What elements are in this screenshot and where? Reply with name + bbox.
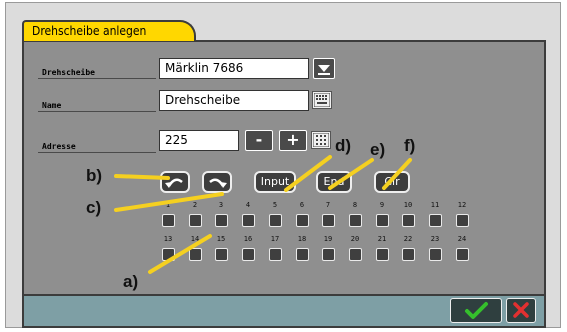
track-button-1[interactable]	[162, 214, 175, 227]
increment-button[interactable]: +	[279, 130, 307, 151]
track-button-20[interactable]	[349, 248, 362, 261]
track-button-23[interactable]	[429, 248, 442, 261]
track-button-22[interactable]	[402, 248, 415, 261]
track-number-13: 13	[163, 235, 173, 243]
close-icon	[513, 302, 529, 318]
track-button-2[interactable]	[189, 214, 202, 227]
track-number-15: 15	[216, 235, 226, 243]
turntable-label-underline	[38, 78, 156, 79]
track-button-15[interactable]	[215, 248, 228, 261]
track-number-6: 6	[299, 201, 305, 209]
address-keypad-button[interactable]	[311, 131, 331, 149]
annotation-d: d)	[335, 136, 352, 155]
cancel-button[interactable]	[506, 298, 536, 323]
track-button-5[interactable]	[269, 214, 282, 227]
track-number-8: 8	[352, 201, 358, 209]
rotate-right-icon	[209, 178, 227, 188]
track-number-21: 21	[377, 235, 387, 243]
track-number-9: 9	[379, 201, 385, 209]
track-button-24[interactable]	[456, 248, 469, 261]
track-button-11[interactable]	[429, 214, 442, 227]
track-number-12: 12	[457, 201, 467, 209]
track-button-10[interactable]	[402, 214, 415, 227]
track-button-19[interactable]	[322, 248, 335, 261]
name-label-underline	[38, 111, 156, 112]
track-button-6[interactable]	[296, 214, 309, 227]
turntable-label: Drehscheibe	[42, 68, 95, 77]
track-number-2: 2	[192, 201, 198, 209]
rotate-right-button[interactable]	[202, 171, 232, 193]
track-button-14[interactable]	[189, 248, 202, 261]
track-number-23: 23	[430, 235, 440, 243]
track-number-22: 22	[403, 235, 413, 243]
address-label: Adresse	[42, 142, 76, 151]
track-button-3[interactable]	[215, 214, 228, 227]
track-button-7[interactable]	[322, 214, 335, 227]
track-number-20: 20	[350, 235, 360, 243]
track-button-12[interactable]	[456, 214, 469, 227]
turntable-select[interactable]: Märklin 7686	[159, 58, 309, 79]
rotate-left-button[interactable]	[160, 171, 190, 193]
track-button-4[interactable]	[242, 214, 255, 227]
annotation-e: e)	[370, 140, 386, 159]
track-number-16: 16	[243, 235, 253, 243]
track-button-18[interactable]	[296, 248, 309, 261]
track-number-4: 4	[245, 201, 251, 209]
track-number-17: 17	[270, 235, 280, 243]
track-number-5: 5	[272, 201, 278, 209]
clr-button[interactable]: Clr	[374, 171, 410, 193]
track-button-8[interactable]	[349, 214, 362, 227]
name-input[interactable]: Drehscheibe	[159, 90, 309, 111]
keyboard-button[interactable]	[312, 91, 332, 109]
annotation-b: b)	[86, 166, 103, 185]
track-button-16[interactable]	[242, 248, 255, 261]
track-button-9[interactable]	[376, 214, 389, 227]
track-button-13[interactable]	[162, 248, 175, 261]
track-number-1: 1	[165, 201, 171, 209]
track-number-18: 18	[297, 235, 307, 243]
checkmark-icon	[465, 302, 488, 319]
chevron-down-icon	[318, 65, 330, 75]
end-button[interactable]: End	[316, 171, 352, 193]
keyboard-icon	[314, 93, 330, 107]
annotation-f: f)	[404, 136, 416, 155]
dialog-title-tab: Drehscheibe anlegen	[22, 20, 196, 41]
rotate-left-icon	[165, 178, 183, 188]
track-number-19: 19	[323, 235, 333, 243]
track-number-7: 7	[325, 201, 331, 209]
decrement-button[interactable]: -	[245, 130, 273, 151]
track-number-11: 11	[430, 201, 440, 209]
track-button-17[interactable]	[269, 248, 282, 261]
input-button[interactable]: Input	[254, 171, 296, 193]
address-input[interactable]: 225	[159, 130, 239, 151]
name-label: Name	[42, 101, 62, 110]
track-button-21[interactable]	[376, 248, 389, 261]
annotation-a: a)	[123, 272, 139, 291]
track-number-24: 24	[457, 235, 467, 243]
track-number-10: 10	[403, 201, 413, 209]
confirm-button[interactable]	[450, 298, 502, 323]
track-number-3: 3	[218, 201, 224, 209]
annotation-c: c)	[86, 198, 102, 217]
track-number-14: 14	[190, 235, 200, 243]
address-label-underline	[38, 152, 156, 153]
keypad-icon	[313, 133, 329, 147]
dropdown-button[interactable]	[313, 58, 335, 79]
